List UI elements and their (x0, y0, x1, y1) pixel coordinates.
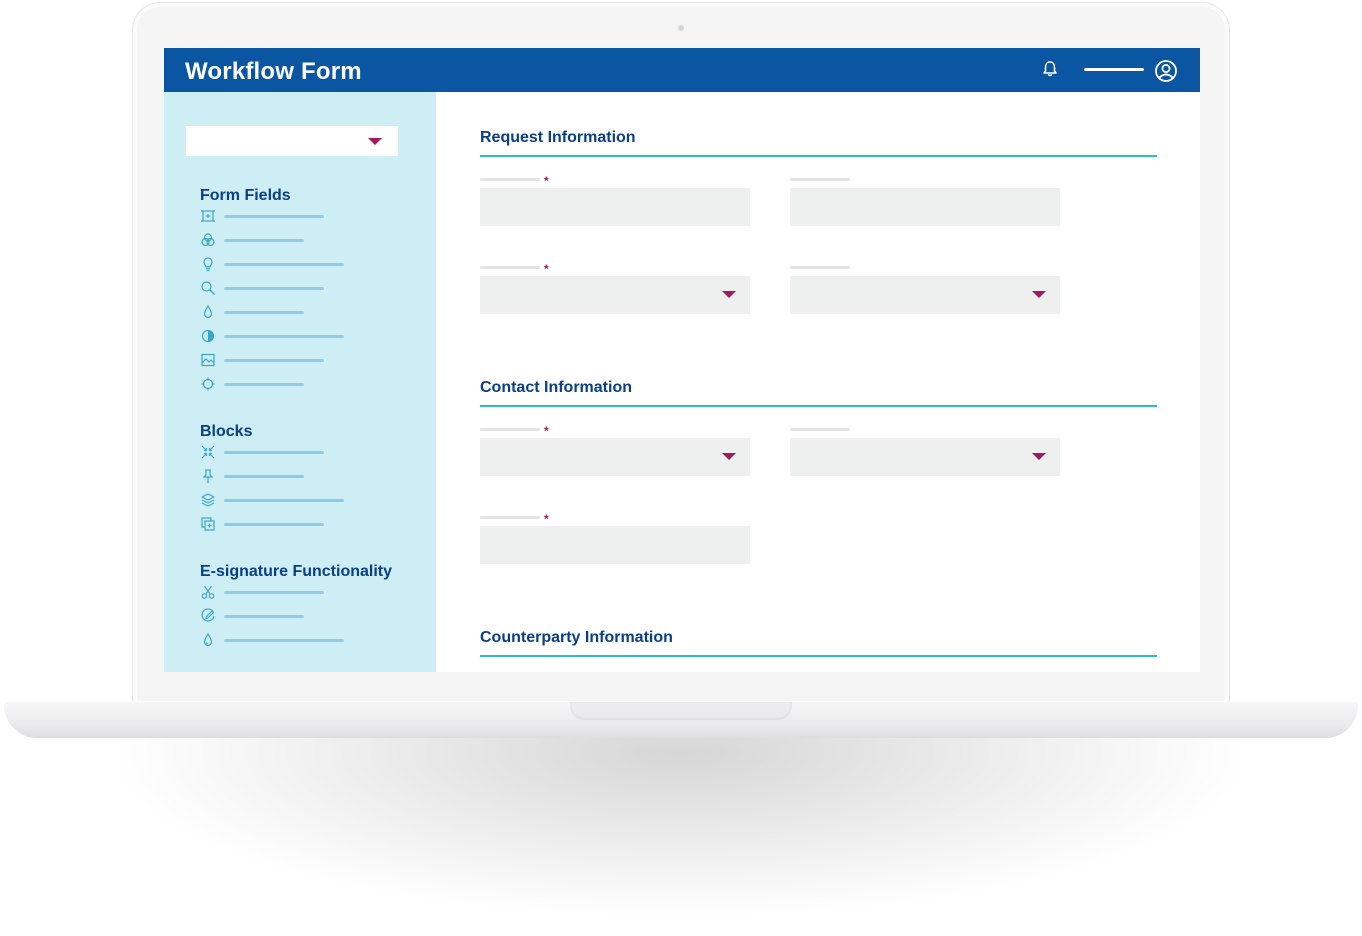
field-label (480, 516, 540, 519)
required-marker: * (544, 424, 549, 438)
sidebar-item-label (224, 263, 344, 266)
select-field[interactable] (790, 438, 1060, 476)
sidebar-item-label (224, 499, 344, 502)
layers-icon (201, 493, 215, 507)
section-divider (480, 155, 1157, 157)
select-field[interactable] (480, 276, 750, 314)
contrast-icon (201, 329, 215, 343)
field-label (790, 178, 850, 181)
pen-icon (201, 608, 215, 622)
laptop-notch (570, 702, 792, 720)
sidebar-item-label (224, 523, 324, 526)
pin-icon (202, 469, 214, 483)
section-divider (480, 655, 1157, 657)
field-label (790, 266, 850, 269)
sidebar-item[interactable] (200, 632, 400, 648)
droplet-icon (203, 632, 213, 647)
sidebar-item[interactable] (200, 468, 400, 484)
section-title-contact: Contact Information (480, 379, 632, 396)
bell-icon[interactable] (1040, 59, 1060, 79)
required-marker: * (544, 174, 549, 188)
sidebar-item-label (224, 239, 304, 242)
required-marker: * (544, 512, 549, 526)
sidebar-item-label (224, 359, 324, 362)
field-label (480, 178, 540, 181)
sidebar-item-label (224, 311, 304, 314)
user-icon[interactable] (1154, 59, 1178, 83)
image-icon (201, 353, 215, 367)
sidebar-item[interactable] (200, 376, 400, 392)
sidebar: Form Fields Blocks E-signature Functiona… (164, 92, 436, 672)
laptop-shadow (120, 735, 1240, 915)
text-field[interactable] (480, 188, 750, 226)
sidebar-item[interactable] (200, 280, 400, 296)
sidebar-item[interactable] (200, 492, 400, 508)
circles-icon (201, 233, 215, 247)
chevron-down-icon (368, 138, 382, 145)
sidebar-item-label (224, 451, 324, 454)
chevron-down-icon (722, 291, 736, 298)
sidebar-heading-form-fields: Form Fields (200, 187, 291, 204)
sidebar-heading-blocks: Blocks (200, 423, 253, 440)
chevron-down-icon (1032, 453, 1046, 460)
sidebar-item-label (224, 475, 304, 478)
sidebar-item[interactable] (200, 328, 400, 344)
section-title-request: Request Information (480, 129, 636, 146)
text-field[interactable] (480, 526, 750, 564)
select-field[interactable] (790, 276, 1060, 314)
scissors-icon (201, 585, 215, 599)
sidebar-item[interactable] (200, 516, 400, 532)
sidebar-item-label (224, 639, 344, 642)
field-label (480, 266, 540, 269)
app-screen: Workflow Form Form Fields Blocks E-signa… (164, 48, 1200, 672)
chevron-down-icon (1032, 291, 1046, 298)
sidebar-item-label (224, 287, 324, 290)
webcam (678, 25, 684, 31)
sidebar-item-label (224, 615, 304, 618)
search-icon (201, 281, 215, 295)
sidebar-item[interactable] (200, 208, 400, 224)
section-divider (480, 405, 1157, 407)
sidebar-item[interactable] (200, 352, 400, 368)
sidebar-item[interactable] (200, 256, 400, 272)
field-label (790, 428, 850, 431)
text-field[interactable] (790, 188, 1060, 226)
sidebar-item[interactable] (200, 608, 400, 624)
sidebar-item[interactable] (200, 444, 400, 460)
droplet-icon (203, 304, 213, 319)
sidebar-item[interactable] (200, 232, 400, 248)
select-field[interactable] (480, 438, 750, 476)
menu-bar[interactable] (1084, 68, 1144, 71)
sidebar-heading-esignature: E-signature Functionality (200, 563, 393, 580)
sidebar-item-label (224, 215, 324, 218)
crop-icon (201, 210, 215, 222)
sidebar-item[interactable] (200, 304, 400, 320)
sidebar-item-label (224, 591, 324, 594)
lightbulb-icon (203, 257, 213, 272)
section-title-counterparty: Counterparty Information (480, 629, 673, 646)
sidebar-item-label (224, 335, 344, 338)
sidebar-dropdown[interactable] (186, 126, 398, 156)
crosshair-icon (201, 377, 215, 391)
sidebar-item-label (224, 383, 304, 386)
shrink-icon (201, 445, 215, 459)
chevron-down-icon (722, 453, 736, 460)
field-label (480, 428, 540, 431)
required-marker: * (544, 262, 549, 276)
app-title: Workflow Form (185, 58, 362, 85)
sidebar-item[interactable] (200, 584, 400, 600)
top-bar: Workflow Form (164, 48, 1200, 92)
copy-icon (201, 517, 215, 531)
